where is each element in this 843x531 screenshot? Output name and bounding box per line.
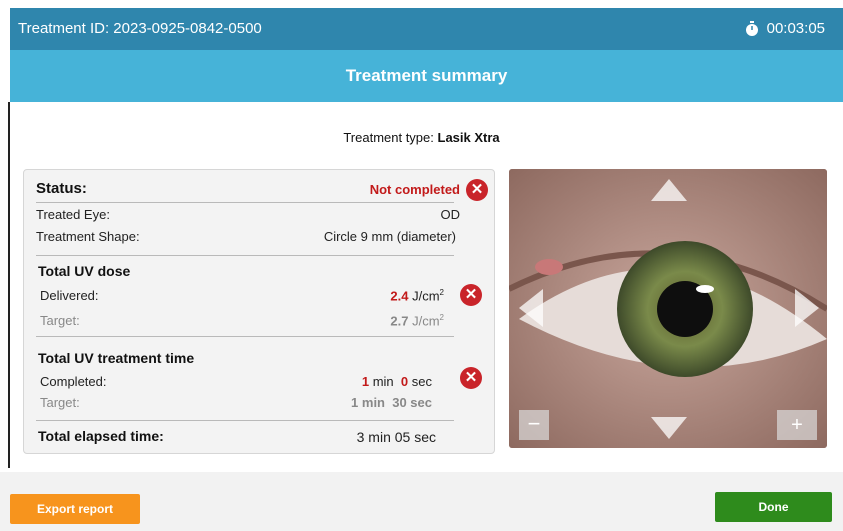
page-title: Treatment summary	[10, 50, 843, 102]
error-icon: ✕	[460, 367, 482, 389]
time-target-label: Target:	[40, 395, 80, 410]
dose-target-value: 2.7 J/cm2	[390, 313, 444, 329]
divider	[36, 202, 454, 203]
completed-value: 1 min 0 sec	[361, 374, 432, 389]
time-target-value: 1 min 30 sec	[351, 395, 432, 410]
arrow-right-icon[interactable]	[795, 289, 819, 327]
error-icon: ✕	[460, 284, 482, 306]
divider	[36, 420, 454, 421]
timer: 00:03:05	[745, 20, 825, 37]
arrow-left-icon[interactable]	[519, 289, 543, 327]
divider	[36, 336, 454, 337]
eye-camera-view: − +	[509, 169, 827, 448]
treated-eye-label: Treated Eye:	[36, 207, 110, 222]
done-button[interactable]: Done	[715, 492, 832, 522]
stopwatch-icon	[745, 20, 758, 36]
treatment-id: Treatment ID: 2023-0925-0842-0500	[18, 20, 262, 37]
uv-time-heading: Total UV treatment time	[38, 350, 195, 366]
zoom-out-button[interactable]: −	[519, 410, 549, 440]
status-label: Status:	[36, 180, 87, 197]
export-report-button[interactable]: Export report	[10, 494, 140, 524]
treatment-type: Treatment type: Lasik Xtra	[0, 130, 843, 145]
arrow-down-icon[interactable]	[651, 417, 687, 439]
treatment-type-label: Treatment type:	[343, 130, 434, 145]
treatment-type-value: Lasik Xtra	[437, 130, 500, 145]
divider	[36, 255, 454, 256]
treatment-shape-label: Treatment Shape:	[36, 229, 140, 244]
timer-value: 00:03:05	[766, 20, 825, 37]
delivered-value: 2.4 J/cm2	[390, 288, 444, 304]
treatment-shape-value: Circle 9 mm (diameter)	[323, 229, 456, 244]
dose-target-label: Target:	[40, 313, 80, 328]
elapsed-value: 3 min 05 sec	[356, 429, 436, 445]
zoom-in-button[interactable]: +	[777, 410, 817, 440]
error-icon: ✕	[466, 179, 488, 201]
left-frame-border	[8, 102, 10, 468]
arrow-up-icon[interactable]	[651, 179, 687, 201]
top-bar: Treatment ID: 2023-0925-0842-0500 00:03:…	[10, 8, 843, 50]
completed-label: Completed:	[40, 374, 107, 389]
status-value: Not completed	[369, 182, 460, 197]
delivered-label: Delivered:	[40, 288, 99, 303]
uv-dose-heading: Total UV dose	[38, 263, 131, 279]
eye-image	[509, 169, 827, 448]
summary-panel: Status: Not completed ✕ Treated Eye: OD …	[23, 169, 495, 454]
elapsed-label: Total elapsed time:	[38, 428, 164, 444]
treated-eye-value: OD	[440, 207, 461, 222]
